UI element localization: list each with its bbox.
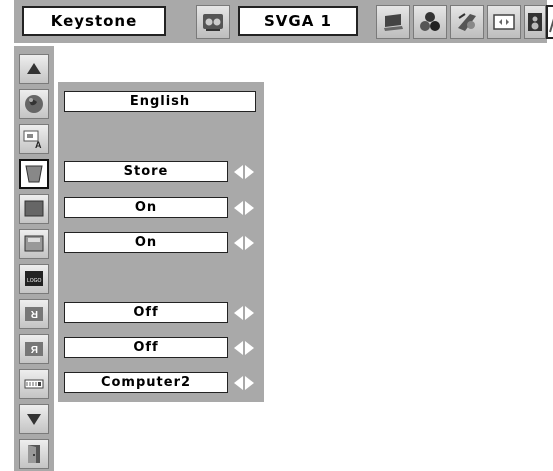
scroll-up-icon[interactable] bbox=[19, 54, 49, 84]
right-arrow-icon[interactable] bbox=[245, 340, 254, 355]
blue-back-arrows[interactable] bbox=[234, 197, 260, 218]
display-arrows[interactable] bbox=[234, 232, 260, 253]
menu-position-icon[interactable]: A bbox=[19, 124, 49, 154]
rear-arrows[interactable] bbox=[234, 337, 260, 358]
display-value[interactable]: On bbox=[64, 232, 228, 253]
logo-icon[interactable]: LOGO bbox=[19, 264, 49, 294]
left-arrow-icon[interactable] bbox=[234, 235, 243, 250]
screen-icon[interactable] bbox=[487, 5, 521, 39]
right-arrow-icon[interactable] bbox=[245, 164, 254, 179]
settings-panel: English Store On On Off Off Computer2 bbox=[58, 82, 264, 402]
blue-back-value[interactable]: On bbox=[64, 197, 228, 218]
sidebar: A LOGO R R bbox=[14, 46, 54, 471]
right-arrow-icon[interactable] bbox=[245, 375, 254, 390]
wrench-icon[interactable] bbox=[546, 5, 553, 39]
left-arrow-icon[interactable] bbox=[234, 164, 243, 179]
menu-title: Keystone bbox=[22, 6, 166, 36]
right-arrow-icon[interactable] bbox=[245, 235, 254, 250]
video-test-icon[interactable] bbox=[196, 5, 230, 39]
left-arrow-icon[interactable] bbox=[234, 375, 243, 390]
scroll-down-icon[interactable] bbox=[19, 404, 49, 434]
exit-door-icon[interactable] bbox=[19, 439, 49, 469]
right-arrow-icon[interactable] bbox=[245, 305, 254, 320]
svg-text:LOGO: LOGO bbox=[27, 278, 42, 284]
terminal-value[interactable]: Computer2 bbox=[64, 372, 228, 393]
left-arrow-icon[interactable] bbox=[234, 200, 243, 215]
ceiling-value[interactable]: Off bbox=[64, 302, 228, 323]
keystone-arrows[interactable] bbox=[234, 161, 260, 182]
svg-text:R: R bbox=[30, 345, 38, 356]
rear-mirror-icon[interactable]: R bbox=[19, 334, 49, 364]
language-value[interactable]: English bbox=[64, 91, 256, 112]
rear-value[interactable]: Off bbox=[64, 337, 228, 358]
color-balls-icon[interactable] bbox=[413, 5, 447, 39]
terminal-icon[interactable] bbox=[19, 369, 49, 399]
display-icon[interactable] bbox=[19, 229, 49, 259]
input-source-label: SVGA 1 bbox=[238, 6, 358, 36]
ceiling-mirror-icon[interactable]: R bbox=[19, 299, 49, 329]
laptop-icon[interactable] bbox=[376, 5, 410, 39]
right-arrow-icon[interactable] bbox=[245, 200, 254, 215]
keystone-icon[interactable] bbox=[19, 159, 49, 189]
globe-icon[interactable] bbox=[19, 89, 49, 119]
svg-text:R: R bbox=[30, 308, 38, 319]
left-arrow-icon[interactable] bbox=[234, 340, 243, 355]
keystone-value[interactable]: Store bbox=[64, 161, 228, 182]
blue-background-icon[interactable] bbox=[19, 194, 49, 224]
left-arrow-icon[interactable] bbox=[234, 305, 243, 320]
palette-icon[interactable] bbox=[450, 5, 484, 39]
terminal-arrows[interactable] bbox=[234, 372, 260, 393]
svg-text:A: A bbox=[35, 140, 42, 150]
top-menu-bar: Keystone SVGA 1 bbox=[14, 0, 553, 43]
ceiling-arrows[interactable] bbox=[234, 302, 260, 323]
speaker-icon[interactable] bbox=[524, 5, 546, 39]
